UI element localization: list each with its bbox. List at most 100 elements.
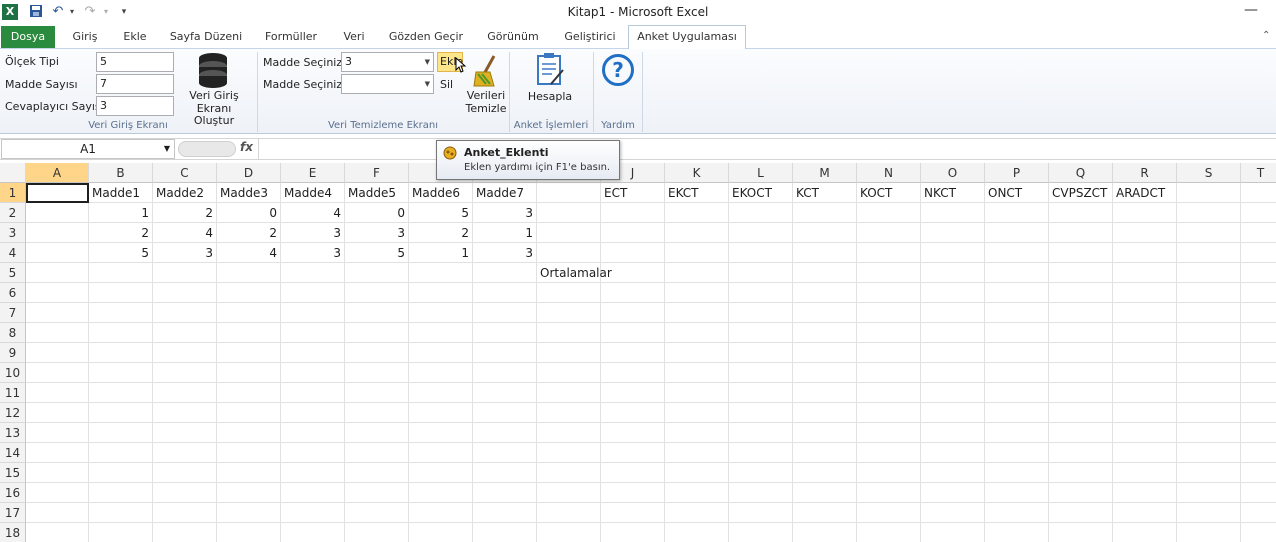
cell[interactable] [857, 523, 921, 542]
cell[interactable] [153, 343, 217, 363]
cell[interactable] [26, 443, 89, 463]
cell[interactable] [1241, 363, 1276, 383]
cell[interactable]: 1 [409, 243, 473, 263]
row-header[interactable]: 15 [0, 463, 26, 483]
tab-ekle[interactable]: Ekle [114, 26, 156, 49]
cell[interactable] [473, 303, 537, 323]
cell[interactable] [1241, 223, 1276, 243]
cell[interactable]: 5 [89, 243, 153, 263]
cell[interactable]: 4 [281, 203, 345, 223]
cell[interactable] [665, 343, 729, 363]
cell[interactable] [793, 203, 857, 223]
cell[interactable] [89, 443, 153, 463]
cell[interactable] [473, 263, 537, 283]
cell[interactable] [345, 503, 409, 523]
cell[interactable] [857, 463, 921, 483]
cell[interactable] [409, 403, 473, 423]
cell[interactable] [473, 483, 537, 503]
cell[interactable] [793, 343, 857, 363]
cell[interactable] [665, 503, 729, 523]
cell[interactable] [1049, 423, 1113, 443]
cell[interactable] [601, 363, 665, 383]
cell[interactable] [281, 523, 345, 542]
cell[interactable] [345, 263, 409, 283]
cell[interactable] [601, 483, 665, 503]
cell[interactable] [217, 363, 281, 383]
cell[interactable]: NKCT [921, 183, 985, 203]
cell[interactable] [857, 283, 921, 303]
cell[interactable] [89, 283, 153, 303]
cell[interactable] [1177, 183, 1241, 203]
cell[interactable] [409, 503, 473, 523]
cell[interactable] [1177, 223, 1241, 243]
cell[interactable] [473, 523, 537, 542]
cell[interactable] [1113, 283, 1177, 303]
cell[interactable] [1049, 283, 1113, 303]
help-icon[interactable]: ? [602, 54, 634, 86]
cell[interactable] [217, 443, 281, 463]
cell[interactable] [1049, 483, 1113, 503]
cell[interactable] [729, 363, 793, 383]
cell[interactable] [1113, 363, 1177, 383]
cell[interactable]: 4 [153, 223, 217, 243]
cell[interactable] [1241, 383, 1276, 403]
cell[interactable] [537, 483, 601, 503]
cell[interactable] [665, 403, 729, 423]
cell[interactable] [217, 423, 281, 443]
cell[interactable] [665, 423, 729, 443]
row-header[interactable]: 10 [0, 363, 26, 383]
cell[interactable] [1241, 203, 1276, 223]
cell[interactable] [1241, 523, 1276, 542]
cell[interactable] [857, 223, 921, 243]
row-header[interactable]: 16 [0, 483, 26, 503]
cell[interactable] [281, 423, 345, 443]
row-header[interactable]: 5 [0, 263, 26, 283]
cell[interactable] [921, 263, 985, 283]
cell[interactable] [729, 523, 793, 542]
cell[interactable] [793, 363, 857, 383]
cell[interactable] [409, 363, 473, 383]
cell[interactable] [1049, 523, 1113, 542]
cell[interactable] [473, 323, 537, 343]
cell[interactable] [1241, 423, 1276, 443]
cell[interactable]: Madde4 [281, 183, 345, 203]
cell[interactable] [345, 343, 409, 363]
tab-anket-uygulamasi[interactable]: Anket Uygulaması [628, 25, 746, 50]
cell[interactable] [281, 363, 345, 383]
cell[interactable] [473, 443, 537, 463]
cell[interactable] [537, 443, 601, 463]
cell[interactable] [601, 463, 665, 483]
cell[interactable] [153, 503, 217, 523]
column-header[interactable]: L [729, 163, 793, 183]
cell[interactable] [537, 463, 601, 483]
cell[interactable] [537, 243, 601, 263]
cell[interactable] [1049, 403, 1113, 423]
cell[interactable] [26, 223, 89, 243]
row-header[interactable]: 4 [0, 243, 26, 263]
row-header[interactable]: 13 [0, 423, 26, 443]
cell[interactable] [729, 283, 793, 303]
cell[interactable] [921, 323, 985, 343]
column-header[interactable]: R [1113, 163, 1177, 183]
cell[interactable] [601, 403, 665, 423]
cell[interactable] [921, 223, 985, 243]
row-header[interactable]: 18 [0, 523, 26, 542]
cell[interactable] [345, 283, 409, 303]
cell[interactable]: 3 [345, 223, 409, 243]
cell[interactable] [26, 323, 89, 343]
cell[interactable] [729, 463, 793, 483]
cell[interactable] [1241, 183, 1276, 203]
cell[interactable] [1177, 443, 1241, 463]
cell[interactable] [1241, 323, 1276, 343]
cell[interactable] [537, 343, 601, 363]
cell[interactable] [1177, 303, 1241, 323]
chevron-down-icon[interactable]: ▼ [425, 75, 430, 93]
cell[interactable] [537, 203, 601, 223]
cell[interactable] [665, 223, 729, 243]
cell[interactable]: Madde6 [409, 183, 473, 203]
cell[interactable] [601, 383, 665, 403]
olcek-tipi-input[interactable]: 5 [96, 52, 174, 72]
cell[interactable] [1241, 443, 1276, 463]
chevron-down-icon[interactable]: ▼ [425, 53, 430, 71]
cell[interactable] [409, 423, 473, 443]
